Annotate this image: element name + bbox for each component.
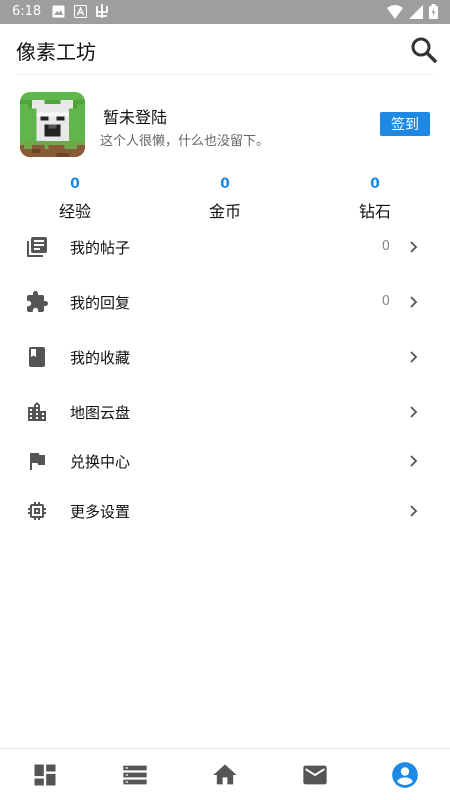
bottom-nav [0, 748, 450, 800]
bookmark-icon [29, 347, 45, 367]
search-icon[interactable] [410, 36, 438, 64]
chevron-right-icon [410, 351, 418, 363]
avatar[interactable] [20, 92, 85, 157]
bug-icon [96, 4, 108, 18]
profile-card: 暂未登陆 这个人很懒，什么也没留下。 签到 [0, 86, 450, 166]
status-time: 6:18 [12, 4, 42, 19]
menu-item-exchange[interactable]: 兑换中心 [0, 436, 450, 486]
battery-icon [429, 4, 438, 19]
checkin-button[interactable]: 签到 [380, 112, 430, 136]
font-a-icon [74, 5, 87, 18]
menu-count-replies: 0 [381, 294, 390, 309]
stat-coins-value: 0 [220, 176, 230, 192]
menu-label-favorites: 我的收藏 [70, 349, 131, 367]
list-icon[interactable] [121, 761, 149, 789]
chip-icon [28, 502, 46, 520]
status-bar: 6:18 [0, 0, 450, 24]
flag-icon [30, 453, 45, 470]
menu-label-exchange: 兑换中心 [70, 453, 131, 471]
chevron-right-icon [410, 455, 418, 467]
menu-label-posts: 我的帖子 [70, 239, 131, 257]
menu-item-posts[interactable]: 我的帖子 0 [0, 222, 450, 272]
app-bar: 像素工坊 [0, 24, 450, 76]
header-divider [16, 74, 434, 75]
stat-diamonds[interactable]: 0 钻石 [330, 176, 420, 222]
menu-item-settings[interactable]: 更多设置 [0, 486, 450, 536]
home-icon[interactable] [211, 761, 239, 789]
menu-label-map-cloud: 地图云盘 [70, 404, 131, 422]
puzzle-icon [27, 291, 48, 312]
stat-experience-value: 0 [70, 176, 80, 192]
stat-diamonds-value: 0 [370, 176, 380, 192]
page-title: 像素工坊 [16, 40, 96, 64]
stat-experience-label: 经验 [58, 202, 91, 221]
menu-count-posts: 0 [381, 239, 390, 254]
chevron-right-icon [410, 505, 418, 517]
dashboard-icon[interactable] [31, 761, 59, 789]
account-icon[interactable] [391, 761, 419, 789]
stat-diamonds-label: 钻石 [358, 202, 391, 221]
posts-icon [27, 237, 47, 257]
stats-row: 0 经验 0 金币 0 钻石 [0, 176, 450, 222]
stat-coins-label: 金币 [208, 202, 241, 221]
chevron-right-icon [410, 241, 418, 253]
menu-label-settings: 更多设置 [70, 503, 131, 521]
city-icon [28, 402, 46, 421]
user-name[interactable]: 暂未登陆 [103, 104, 167, 128]
menu-item-map-cloud[interactable]: 地图云盘 [0, 387, 450, 437]
chevron-right-icon [410, 296, 418, 308]
stat-coins[interactable]: 0 金币 [180, 176, 270, 222]
image-icon [52, 5, 65, 18]
stat-experience[interactable]: 0 经验 [30, 176, 120, 222]
menu-item-favorites[interactable]: 我的收藏 [0, 332, 450, 382]
wifi-icon [387, 4, 403, 19]
user-signature: 这个人很懒，什么也没留下。 [100, 134, 270, 149]
menu-item-replies[interactable]: 我的回复 0 [0, 277, 450, 327]
signal-icon [409, 4, 423, 19]
menu-label-replies: 我的回复 [70, 294, 131, 312]
chevron-right-icon [410, 406, 418, 418]
mail-icon[interactable] [301, 761, 329, 789]
